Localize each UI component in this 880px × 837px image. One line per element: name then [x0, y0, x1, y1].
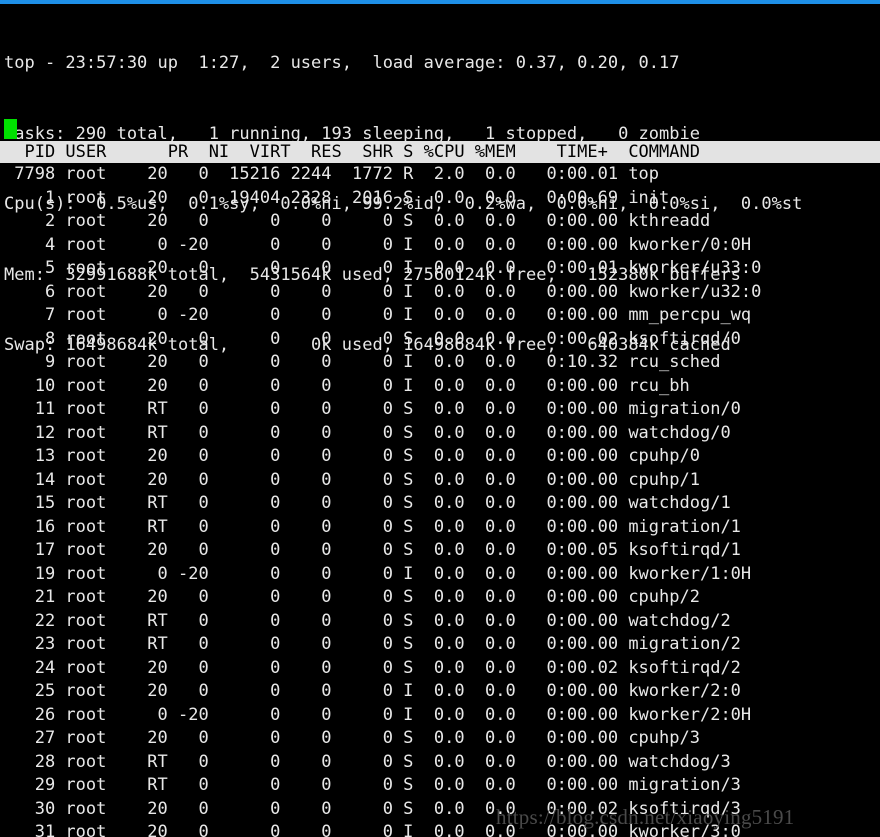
process-row: 29 root RT 0 0 0 0 S 0.0 0.0 0:00.00 mig… [4, 775, 741, 795]
process-row: 13 root 20 0 0 0 0 S 0.0 0.0 0:00.00 cpu… [4, 446, 700, 466]
process-row: 14 root 20 0 0 0 0 S 0.0 0.0 0:00.00 cpu… [4, 469, 700, 490]
process-row: 12 root RT 0 0 0 0 S 0.0 0.0 0:00.00 wat… [4, 422, 731, 443]
process-row: 21 root 20 0 0 0 0 S 0.0 0.0 0:00.00 cpu… [4, 587, 700, 607]
uptime-line: top - 23:57:30 up 1:27, 2 users, load av… [4, 53, 680, 73]
process-row: 6 root 20 0 0 0 0 I 0.0 0.0 0:00.00 kwor… [4, 281, 762, 302]
process-row: 4 root 0 -20 0 0 0 I 0.0 0.0 0:00.00 kwo… [4, 234, 752, 255]
process-row: 1 root 20 0 19404 2328 2016 S 0.0 0.0 0:… [4, 187, 670, 208]
process-row: 22 root RT 0 0 0 0 S 0.0 0.0 0:00.00 wat… [4, 610, 731, 631]
process-row: 7 root 0 -20 0 0 0 I 0.0 0.0 0:00.00 mm_… [4, 305, 752, 325]
process-row: 31 root 20 0 0 0 0 I 0.0 0.0 0:00.00 kwo… [4, 822, 741, 837]
process-row: 30 root 20 0 0 0 0 S 0.0 0.0 0:00.02 kso… [4, 798, 741, 819]
process-row: 26 root 0 -20 0 0 0 I 0.0 0.0 0:00.00 kw… [4, 704, 752, 725]
process-row: 16 root RT 0 0 0 0 S 0.0 0.0 0:00.00 mig… [4, 516, 741, 537]
block-cursor [4, 119, 17, 139]
process-row: 10 root 20 0 0 0 0 I 0.0 0.0 0:00.00 rcu… [4, 375, 690, 396]
process-row: 9 root 20 0 0 0 0 I 0.0 0.0 0:10.32 rcu_… [4, 352, 721, 372]
process-row: 24 root 20 0 0 0 0 S 0.0 0.0 0:00.02 kso… [4, 657, 741, 678]
process-row: 19 root 0 -20 0 0 0 I 0.0 0.0 0:00.00 kw… [4, 563, 752, 584]
process-row: 15 root RT 0 0 0 0 S 0.0 0.0 0:00.00 wat… [4, 493, 731, 513]
process-row: 28 root RT 0 0 0 0 S 0.0 0.0 0:00.00 wat… [4, 751, 731, 772]
process-row: 25 root 20 0 0 0 0 I 0.0 0.0 0:00.00 kwo… [4, 681, 741, 701]
process-row: 5 root 20 0 0 0 0 I 0.0 0.0 0:00.01 kwor… [4, 258, 762, 278]
process-row: 17 root 20 0 0 0 0 S 0.0 0.0 0:00.05 kso… [4, 540, 741, 560]
process-row: 8 root 20 0 0 0 0 S 0.0 0.0 0:00.02 ksof… [4, 328, 741, 349]
process-table-body: 7798 root 20 0 15216 2244 1772 R 2.0 0.0… [4, 163, 880, 837]
process-row: 7798 root 20 0 15216 2244 1772 R 2.0 0.0… [4, 164, 660, 184]
process-row: 23 root RT 0 0 0 0 S 0.0 0.0 0:00.00 mig… [4, 634, 741, 654]
process-row: 11 root RT 0 0 0 0 S 0.0 0.0 0:00.00 mig… [4, 399, 741, 419]
process-row: 27 root 20 0 0 0 0 S 0.0 0.0 0:00.00 cpu… [4, 728, 700, 748]
process-row: 2 root 20 0 0 0 0 S 0.0 0.0 0:00.00 kthr… [4, 211, 711, 231]
process-table-header: PID USER PR NI VIRT RES SHR S %CPU %MEM … [0, 141, 880, 163]
window-accent-bar [0, 0, 880, 4]
